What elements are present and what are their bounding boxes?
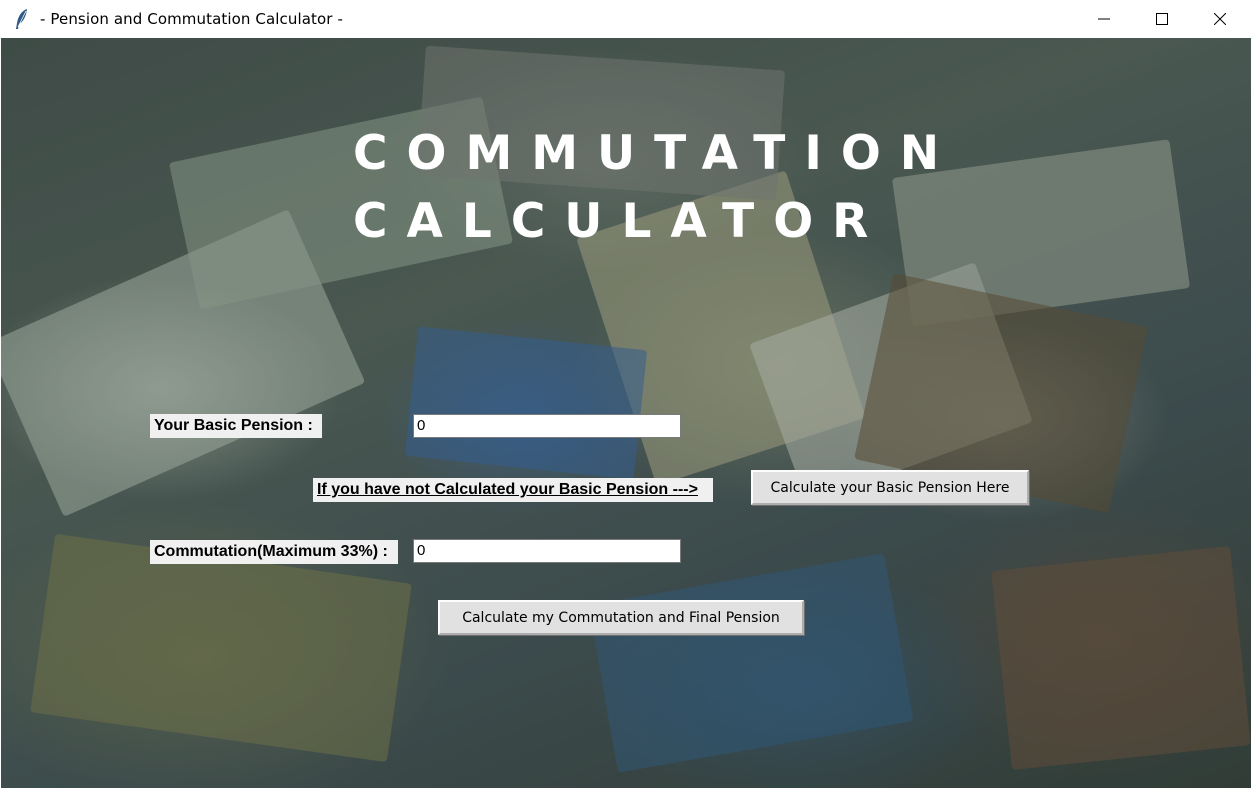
- commutation-label: Commutation(Maximum 33%) :: [150, 540, 398, 564]
- window-title: - Pension and Commutation Calculator -: [40, 10, 343, 28]
- feather-icon: [16, 9, 27, 29]
- heading-line-2: CALCULATOR: [353, 194, 888, 249]
- maximize-icon: [1156, 13, 1168, 25]
- app-window: - Pension and Commutation Calculator - C…: [0, 0, 1252, 789]
- minimize-button[interactable]: [1075, 0, 1133, 38]
- not-calculated-link: If you have not Calculated your Basic Pe…: [313, 478, 713, 502]
- maximize-button[interactable]: [1133, 0, 1191, 38]
- calculate-final-pension-button[interactable]: Calculate my Commutation and Final Pensi…: [438, 600, 804, 635]
- basic-pension-input[interactable]: 0: [413, 414, 681, 438]
- title-bar[interactable]: - Pension and Commutation Calculator -: [0, 0, 1252, 39]
- minimize-icon: [1098, 18, 1110, 20]
- heading-line-1: COMMUTATION: [353, 126, 959, 181]
- calculate-basic-pension-button[interactable]: Calculate your Basic Pension Here: [751, 470, 1029, 505]
- close-icon: [1214, 13, 1226, 25]
- close-button[interactable]: [1191, 0, 1249, 38]
- commutation-input[interactable]: 0: [413, 539, 681, 563]
- basic-pension-label: Your Basic Pension :: [150, 414, 322, 438]
- page-heading: COMMUTATION CALCULATOR: [353, 120, 958, 256]
